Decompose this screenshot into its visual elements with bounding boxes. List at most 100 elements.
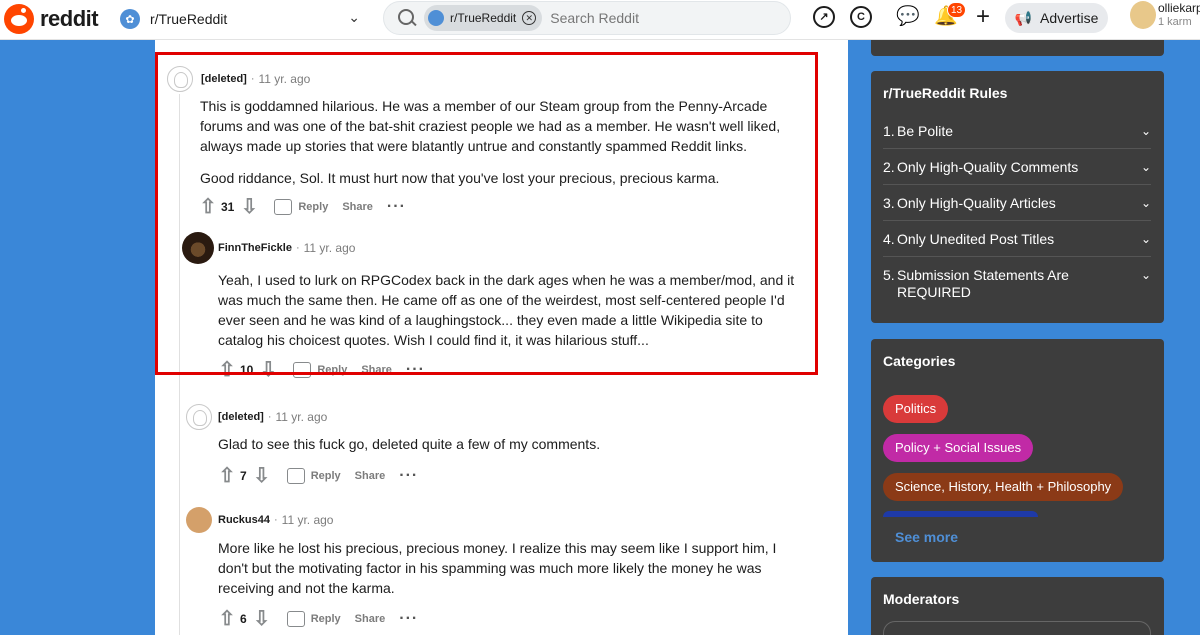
chevron-down-icon: ⌄ (1140, 160, 1151, 174)
comment-author[interactable]: Ruckus44 (218, 514, 270, 526)
category-tag[interactable]: Politics (883, 395, 949, 423)
search-input[interactable] (550, 10, 771, 26)
rule-number: 3. (883, 195, 895, 211)
search-icon (398, 9, 416, 27)
reddit-logo[interactable]: reddit (4, 4, 99, 34)
moderators-title: Moderators (883, 591, 960, 607)
reply-icon[interactable] (286, 468, 305, 484)
rule-label: Only High-Quality Articles (897, 195, 1056, 211)
share-button[interactable]: Share (342, 201, 373, 213)
separator-dot: · (273, 514, 278, 526)
rules-title: r/TrueReddit Rules (883, 85, 1008, 101)
chevron-down-icon: ⌄ (1140, 268, 1151, 282)
comment-time: 11 yr. ago (281, 513, 334, 527)
see-more-link[interactable]: See more (895, 529, 958, 545)
comment-time: 11 yr. ago (303, 241, 356, 255)
comment-reply: Ruckus44 · 11 yr. ago More like he lost … (186, 507, 806, 632)
rules-panel: r/TrueReddit Rules 1. Be Polite ⌄ 2. Only … (871, 71, 1164, 323)
message-mods-button[interactable] (883, 621, 1151, 635)
close-icon[interactable]: ✕ (522, 11, 537, 25)
rule-number: 1. (883, 123, 895, 139)
rule-item[interactable]: 2. Only High-Quality Comments ⌄ (883, 149, 1151, 185)
reply-icon[interactable] (286, 611, 305, 627)
avatar (167, 66, 193, 92)
reply-button[interactable]: Reply (311, 470, 341, 482)
subreddit-selector[interactable]: ✿ r/TrueReddit ⌄ (120, 5, 360, 33)
comment-text: This is goddamned hilarious. He was a me… (200, 98, 781, 154)
comment-time: 11 yr. ago (275, 410, 328, 424)
advertise-button[interactable]: 📢 Advertise (1005, 3, 1108, 33)
rule-item[interactable]: 1. Be Polite ⌄ (883, 113, 1151, 149)
comment-author[interactable]: FinnTheFickle (218, 242, 292, 254)
moderators-panel: Moderators (871, 577, 1164, 635)
vote-score: 6 (240, 612, 247, 626)
user-menu[interactable]: olliekarp 1 karm (1130, 1, 1200, 29)
comment-text: Yeah, I used to lurk on RPGCodex back in… (218, 272, 795, 348)
rule-item[interactable]: 3. Only High-Quality Articles ⌄ (883, 185, 1151, 221)
upvote-icon[interactable]: ⇧ (216, 360, 238, 380)
reply-button[interactable]: Reply (317, 364, 347, 376)
more-options-icon[interactable]: ··· (387, 198, 406, 216)
top-bar: reddit ✿ r/TrueReddit ⌄ r/TrueReddit ✕ ↗… (0, 0, 1200, 40)
search-bar[interactable]: r/TrueReddit ✕ (383, 1, 791, 35)
popular-icon[interactable]: ↗ (813, 6, 835, 28)
category-tag-partial (883, 511, 1038, 517)
more-options-icon[interactable]: ··· (399, 610, 418, 628)
megaphone-icon: 📢 (1014, 9, 1033, 26)
comment-reply: [deleted] · 11 yr. ago Glad to see this … (186, 404, 806, 489)
separator-dot: · (267, 411, 272, 423)
share-button[interactable]: Share (355, 613, 386, 625)
avatar (182, 232, 214, 264)
rule-number: 5. (883, 267, 895, 283)
subreddit-icon: ✿ (120, 9, 140, 29)
advertise-label: Advertise (1040, 10, 1099, 26)
downvote-icon[interactable]: ⇩ (238, 197, 260, 217)
search-chip-label: r/TrueReddit (450, 11, 517, 25)
rule-label: Only High-Quality Comments (897, 159, 1079, 175)
reddit-logo-icon (4, 4, 34, 34)
coins-icon[interactable]: C (850, 6, 872, 28)
reply-button[interactable]: Reply (298, 201, 328, 213)
vote-score: 7 (240, 469, 247, 483)
downvote-icon[interactable]: ⇩ (251, 609, 273, 629)
comment-reply: FinnTheFickle · 11 yr. ago Yeah, I used … (182, 232, 802, 383)
categories-panel: Categories Politics Policy + Social Issu… (871, 339, 1164, 562)
comment-text: Good riddance, Sol. It must hurt now tha… (200, 170, 720, 186)
search-subreddit-chip: r/TrueReddit ✕ (424, 5, 543, 31)
rule-item[interactable]: 4. Only Unedited Post Titles ⌄ (883, 221, 1151, 257)
comments-area: [deleted] · 11 yr. ago This is goddamned… (155, 40, 848, 635)
more-options-icon[interactable]: ··· (399, 467, 418, 485)
reply-icon[interactable] (274, 199, 293, 215)
rule-item[interactable]: 5. Submission Statements Are REQUIRED ⌄ (883, 257, 1151, 309)
upvote-icon[interactable]: ⇧ (197, 197, 219, 217)
avatar (186, 404, 212, 430)
separator-dot: · (250, 73, 255, 85)
category-tag[interactable]: Science, History, Health + Philosophy (883, 473, 1124, 501)
more-options-icon[interactable]: ··· (406, 361, 425, 379)
category-tag[interactable]: Policy + Social Issues (883, 434, 1034, 462)
reply-icon[interactable] (293, 362, 312, 378)
upvote-icon[interactable]: ⇧ (216, 466, 238, 486)
chevron-down-icon: ⌄ (1140, 196, 1151, 210)
comment-text: More like he lost his precious, precious… (218, 540, 777, 596)
rule-number: 4. (883, 231, 895, 247)
plus-icon[interactable]: + (972, 5, 994, 29)
upvote-icon[interactable]: ⇧ (216, 609, 238, 629)
comment-time: 11 yr. ago (258, 72, 311, 86)
comment-author[interactable]: [deleted] (201, 73, 247, 85)
avatar (1130, 1, 1156, 29)
downvote-icon[interactable]: ⇩ (257, 360, 279, 380)
share-button[interactable]: Share (355, 470, 386, 482)
sidebar-panel-top (871, 40, 1164, 56)
share-button[interactable]: Share (361, 364, 392, 376)
chevron-down-icon: ⌄ (1140, 124, 1151, 138)
chat-icon[interactable]: 💬 (896, 6, 920, 28)
notification-badge: 13 (947, 2, 967, 18)
separator-dot: · (295, 242, 300, 254)
downvote-icon[interactable]: ⇩ (251, 466, 273, 486)
comment-author[interactable]: [deleted] (218, 411, 264, 423)
reply-button[interactable]: Reply (311, 613, 341, 625)
categories-title: Categories (883, 353, 956, 369)
logo-text: reddit (40, 6, 99, 31)
comment: [deleted] · 11 yr. ago This is goddamned… (167, 66, 807, 220)
